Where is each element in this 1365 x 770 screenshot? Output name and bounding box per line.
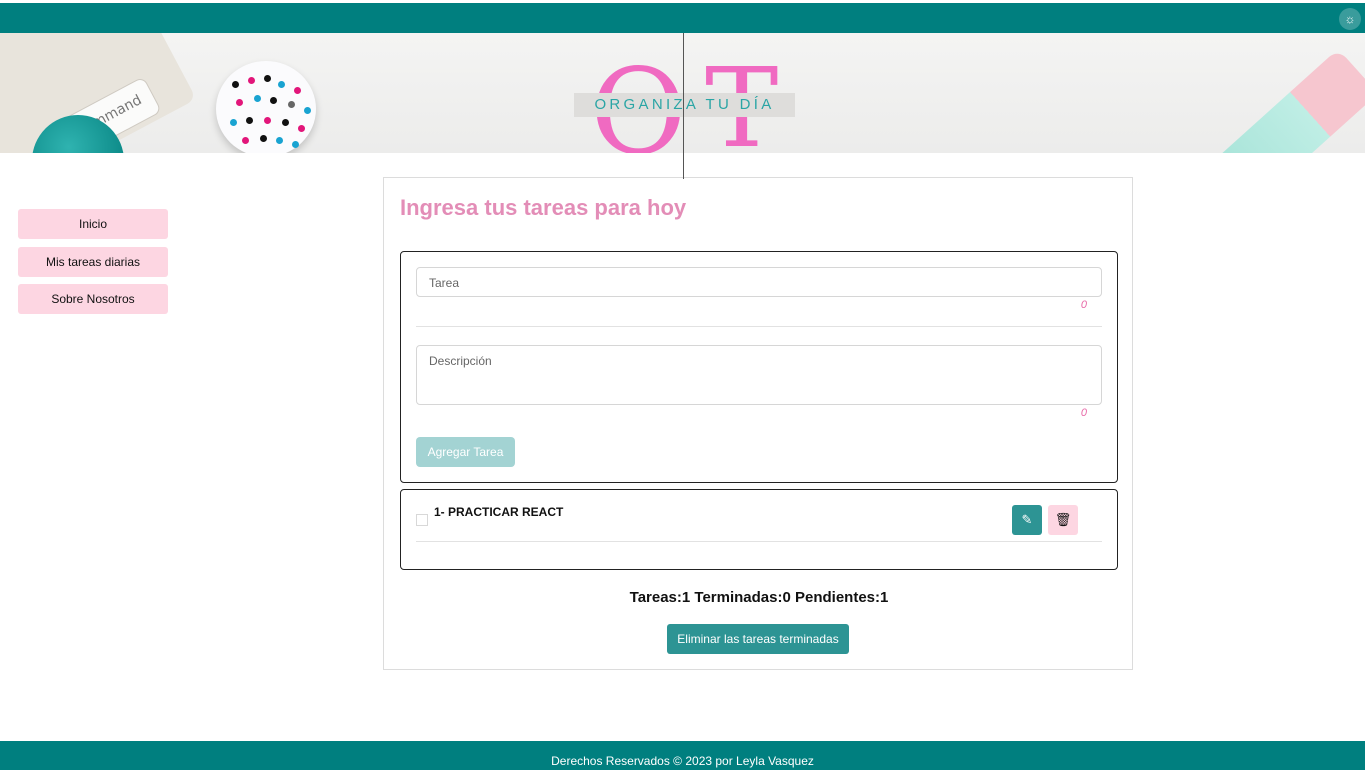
task-form: Tarea 0 Descripción 0 Agregar Tarea [400, 251, 1118, 483]
task-checkbox[interactable] [416, 514, 428, 526]
highlighter-image [1211, 48, 1365, 153]
edit-icon: ✎ [1021, 512, 1033, 527]
logo-divider [683, 33, 684, 179]
task-stats: Tareas:1 Terminadas:0 Pendientes:1 [629, 589, 889, 606]
sidebar-item-mis-tareas[interactable]: Mis tareas diarias [18, 246, 168, 277]
polka-dot-pin-image [216, 61, 316, 153]
delete-completed-button[interactable]: Eliminar las tareas terminadas [667, 624, 849, 654]
task-input[interactable]: Tarea [416, 267, 1102, 297]
page-title: Ingresa tus tareas para hoy [400, 195, 687, 220]
logo-text: ORGANIZA TU DÍA [574, 93, 795, 117]
sun-icon[interactable]: ☼ [1339, 8, 1361, 30]
add-task-button[interactable]: Agregar Tarea [416, 437, 515, 467]
sidebar-item-sobre-nosotros[interactable]: Sobre Nosotros [18, 284, 168, 314]
divider [416, 326, 1102, 327]
task-title: 1- PRACTICAR REACT [434, 505, 564, 519]
footer: Derechos Reservados © 2023 por Leyla Vas… [0, 741, 1365, 770]
trash-icon: 🗑 [1054, 512, 1072, 527]
delete-task-button[interactable]: 🗑 [1048, 505, 1078, 535]
description-textarea[interactable]: Descripción [416, 345, 1102, 405]
task-char-counter: 0 [1080, 299, 1087, 311]
edit-task-button[interactable]: ✎ [1012, 505, 1042, 535]
sidebar-item-inicio[interactable]: Inicio [18, 209, 168, 239]
divider [416, 541, 1102, 542]
main-card: Ingresa tus tareas para hoy Tarea 0 Desc… [383, 177, 1133, 670]
description-char-counter: 0 [1080, 407, 1087, 419]
top-bar: ☼ [0, 3, 1365, 33]
task-list: 1- PRACTICAR REACT ✎ 🗑 [400, 489, 1118, 570]
sidebar: Inicio Mis tareas diarias Sobre Nosotros [18, 209, 168, 322]
